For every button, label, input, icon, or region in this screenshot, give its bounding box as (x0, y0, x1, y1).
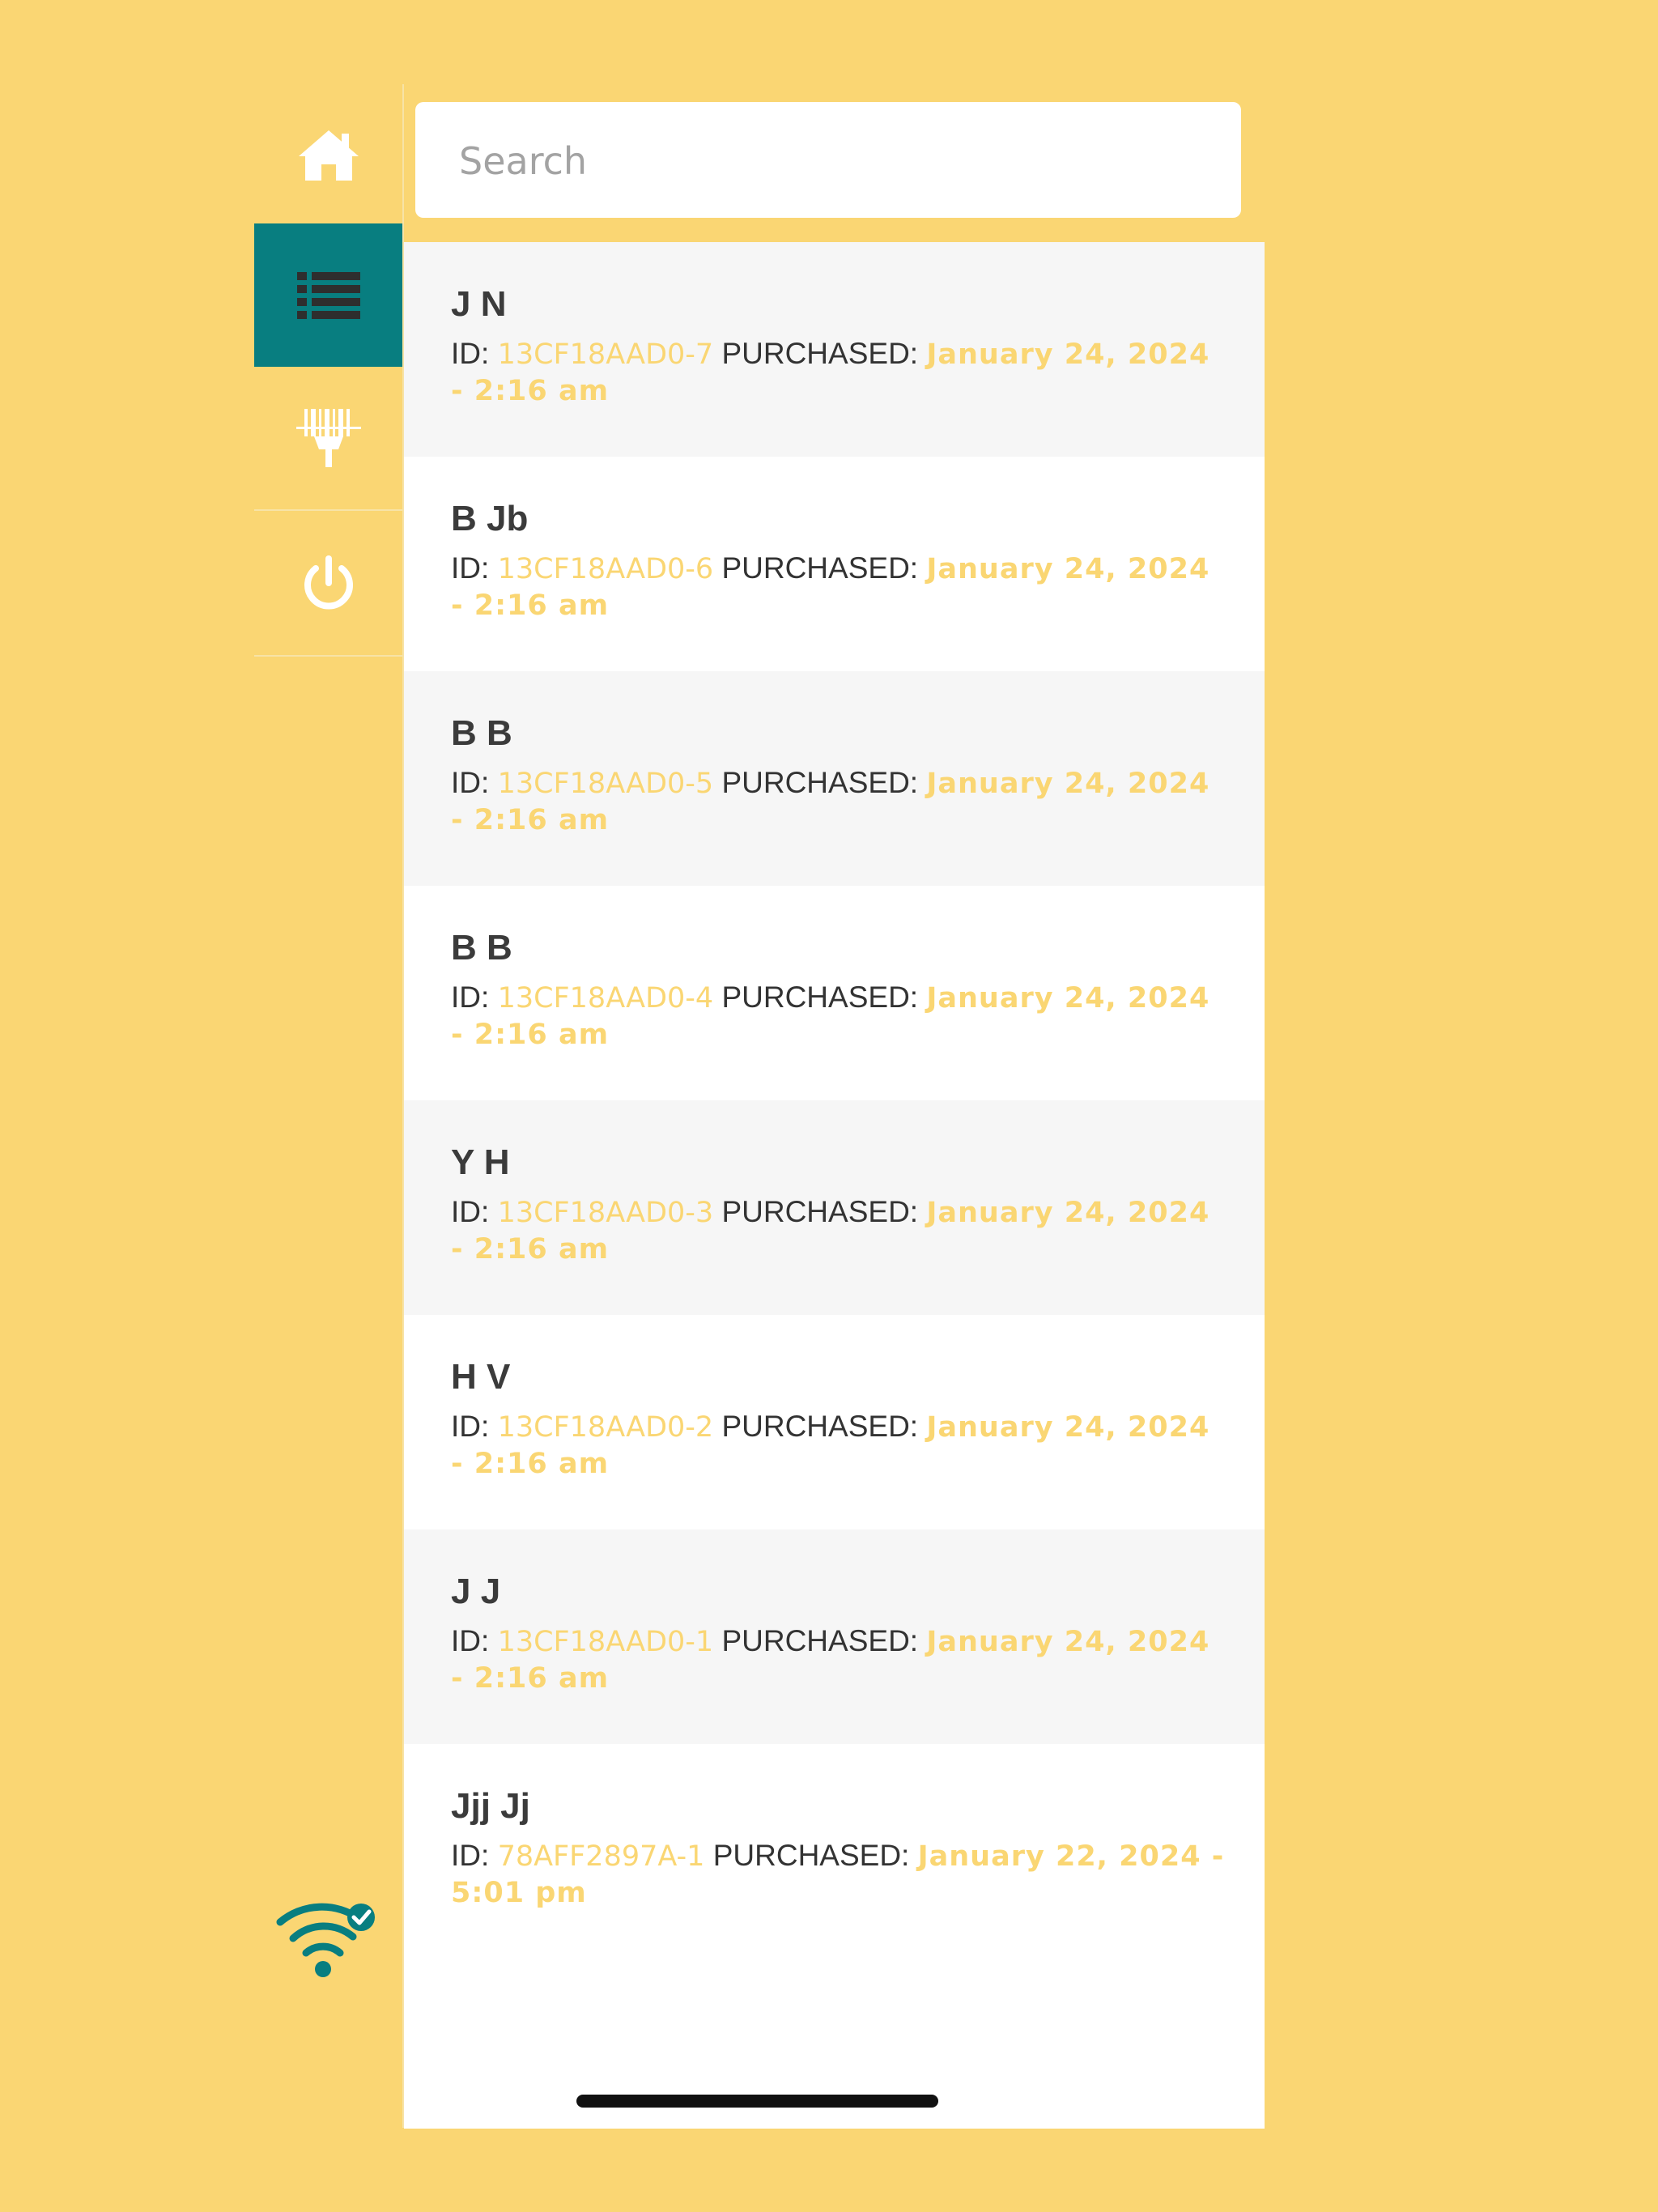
list-item[interactable]: Jjj Jj ID: 78AFF2897A-1 PURCHASED: Janua… (404, 1744, 1265, 1959)
customer-name: Jjj Jj (451, 1786, 530, 1826)
list-item[interactable]: B Jb ID: 13CF18AAD0-6 PURCHASED: January… (404, 457, 1265, 671)
purchase-id: 78AFF2897A-1 (497, 1840, 705, 1873)
purchase-id: 13CF18AAD0-1 (497, 1626, 714, 1658)
home-indicator (576, 2095, 938, 2108)
purchased-label: PURCHASED: (721, 766, 919, 799)
id-label: ID: (451, 337, 490, 370)
id-label: ID: (451, 766, 490, 799)
purchase-id: 13CF18AAD0-2 (497, 1411, 714, 1444)
list-item[interactable]: J N ID: 13CF18AAD0-7 PURCHASED: January … (404, 242, 1265, 457)
list-item[interactable]: B B ID: 13CF18AAD0-4 PURCHASED: January … (404, 886, 1265, 1100)
id-label: ID: (451, 1839, 490, 1872)
purchase-meta: ID: 13CF18AAD0-3 PURCHASED: January 24, … (451, 1194, 1228, 1267)
id-label: ID: (451, 1624, 490, 1657)
search-box[interactable] (415, 102, 1241, 219)
customer-name: B B (451, 713, 512, 753)
sidebar-item-power[interactable] (254, 513, 402, 657)
id-label: ID: (451, 1410, 490, 1443)
purchased-label: PURCHASED: (721, 337, 919, 370)
sidebar-item-scan[interactable] (254, 368, 402, 511)
customer-name: Y H (451, 1142, 510, 1182)
list-item[interactable]: H V ID: 13CF18AAD0-2 PURCHASED: January … (404, 1315, 1265, 1529)
purchased-label: PURCHASED: (721, 551, 919, 585)
purchased-label: PURCHASED: (721, 981, 919, 1014)
power-icon (304, 555, 353, 609)
purchase-id: 13CF18AAD0-6 (497, 553, 714, 585)
purchased-label: PURCHASED: (712, 1839, 910, 1872)
barcode-scanner-icon (295, 408, 361, 467)
list-item[interactable]: B B ID: 13CF18AAD0-5 PURCHASED: January … (404, 671, 1265, 886)
customer-name: J J (451, 1572, 501, 1611)
id-label: ID: (451, 1195, 490, 1228)
list-item[interactable]: J J ID: 13CF18AAD0-1 PURCHASED: January … (404, 1529, 1265, 1744)
customer-name: H V (451, 1357, 511, 1397)
purchase-meta: ID: 13CF18AAD0-5 PURCHASED: January 24, … (451, 765, 1228, 838)
sidebar-item-home[interactable] (254, 84, 402, 228)
purchase-id: 13CF18AAD0-4 (497, 982, 714, 1015)
purchase-meta: ID: 13CF18AAD0-6 PURCHASED: January 24, … (451, 551, 1228, 623)
list-icon (296, 271, 360, 319)
purchase-meta: ID: 13CF18AAD0-7 PURCHASED: January 24, … (451, 336, 1228, 409)
home-icon (298, 130, 359, 181)
customer-name: B B (451, 928, 512, 968)
purchased-label: PURCHASED: (721, 1410, 919, 1443)
purchase-list: J N ID: 13CF18AAD0-7 PURCHASED: January … (404, 242, 1265, 2129)
purchase-id: 13CF18AAD0-7 (497, 338, 714, 371)
purchase-id: 13CF18AAD0-5 (497, 768, 714, 800)
sidebar (254, 84, 404, 2128)
purchased-label: PURCHASED: (721, 1195, 919, 1228)
id-label: ID: (451, 551, 490, 585)
search-input[interactable] (457, 102, 1202, 219)
wifi-connected-icon (276, 1903, 375, 1977)
purchased-label: PURCHASED: (721, 1624, 919, 1657)
customer-name: J N (451, 284, 507, 324)
customer-name: B Jb (451, 499, 529, 538)
purchase-meta: ID: 13CF18AAD0-1 PURCHASED: January 24, … (451, 1623, 1228, 1696)
sidebar-item-list[interactable] (254, 223, 402, 367)
id-label: ID: (451, 981, 490, 1014)
purchase-meta: ID: 13CF18AAD0-4 PURCHASED: January 24, … (451, 980, 1228, 1053)
purchase-id: 13CF18AAD0-3 (497, 1197, 714, 1229)
purchase-meta: ID: 13CF18AAD0-2 PURCHASED: January 24, … (451, 1409, 1228, 1482)
purchase-meta: ID: 78AFF2897A-1 PURCHASED: January 22, … (451, 1838, 1228, 1911)
list-item[interactable]: Y H ID: 13CF18AAD0-3 PURCHASED: January … (404, 1100, 1265, 1315)
